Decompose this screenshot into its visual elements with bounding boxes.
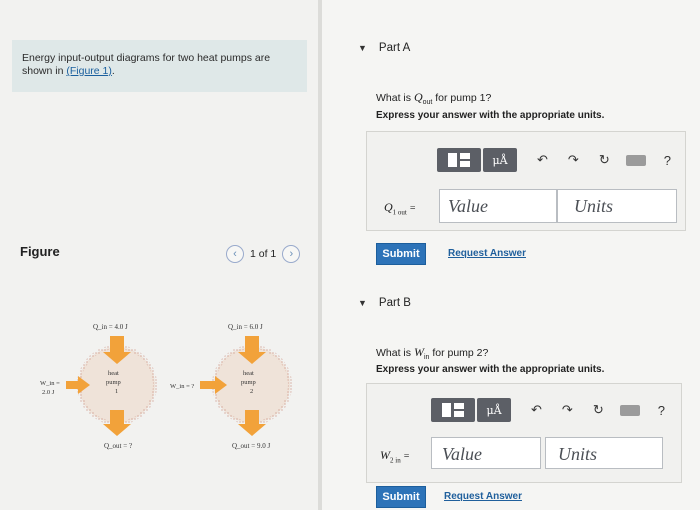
answer-pane: ▼ Part A What is Qout for pump 1? Expres…: [322, 0, 700, 510]
part-a-q-var: Q: [413, 90, 423, 104]
redo-icon[interactable]: ↷: [568, 152, 579, 168]
pump2-name3: 2: [250, 388, 253, 395]
pump1-qout-label: Q_out = ?: [104, 442, 132, 450]
part-b-toolbar: μÅ ↶ ↷ ↻ ?: [431, 398, 665, 422]
part-a-value-field[interactable]: Value: [439, 189, 557, 223]
part-b-q-post: for pump 2?: [432, 347, 489, 359]
caret-down-icon[interactable]: ▼: [358, 43, 367, 53]
part-a-units-field[interactable]: Units: [557, 189, 677, 223]
part-a-q-post: for pump 1?: [435, 92, 492, 104]
part-b-value-field[interactable]: Value: [431, 437, 541, 469]
units-mu-icon[interactable]: μÅ: [483, 148, 517, 172]
pager-text: 1 of 1: [250, 248, 277, 260]
part-b-header[interactable]: ▼ Part B: [358, 297, 411, 309]
pump1-qin-label: Q_in = 4.0 J: [93, 323, 128, 331]
part-b-var-sub: 2 in: [390, 456, 401, 465]
chevron-right-icon[interactable]: ›: [282, 245, 301, 263]
heat-pump-figure: Q_in = 4.0 J W_in = 2.0 J heat pump 1 Q_…: [20, 310, 310, 460]
part-b-title: Part B: [378, 297, 411, 309]
figure-heading: Figure: [20, 244, 60, 259]
undo-icon[interactable]: ↶: [531, 402, 542, 418]
part-a-toolbar: μÅ ↶ ↷ ↻ ?: [437, 148, 671, 172]
part-a-var-sub: 1 out: [392, 208, 407, 217]
part-a-equals: =: [409, 203, 416, 214]
part-a-submit-button[interactable]: Submit: [376, 243, 426, 265]
templates-icon[interactable]: [431, 398, 475, 422]
pump2-qout-label: Q_out = 9.0 J: [232, 442, 270, 450]
part-b-var-label: W2 in =: [380, 448, 409, 464]
part-a-q-sub: out: [422, 99, 433, 107]
reset-icon[interactable]: ↻: [599, 152, 610, 168]
part-a-question: What is Qout for pump 1?: [376, 90, 491, 106]
heat-pump-diagram: Q_in = 4.0 J W_in = 2.0 J heat pump 1 Q_…: [40, 323, 292, 450]
part-b-units-field[interactable]: Units: [545, 437, 663, 469]
part-b-q-pre: What is: [376, 347, 412, 359]
part-b-equals: =: [403, 451, 410, 462]
part-a-var-label: Q1 out =: [384, 200, 416, 216]
keyboard-icon[interactable]: [619, 404, 640, 416]
part-b-q-sub: in: [423, 354, 430, 362]
pump1-win-value: 2.0 J: [42, 389, 55, 396]
part-b-var: W: [380, 448, 390, 462]
part-b-instruction: Express your answer with the appropriate…: [376, 364, 605, 375]
help-icon[interactable]: ?: [664, 153, 671, 168]
units-mu-icon[interactable]: μÅ: [477, 398, 511, 422]
intro-end: .: [111, 65, 115, 77]
pump1-win-label: W_in =: [40, 380, 60, 387]
intro-text: Energy input-output diagrams for two hea…: [22, 52, 271, 77]
pump2-name2: pump: [241, 379, 256, 386]
pump1-name3: 1: [115, 388, 118, 395]
undo-icon[interactable]: ↶: [537, 152, 548, 168]
caret-down-icon[interactable]: ▼: [358, 298, 367, 308]
part-b-q-var: W: [413, 345, 424, 359]
part-a-answer-box: μÅ ↶ ↷ ↻ ? Q1 out = Value Units: [366, 131, 686, 231]
figure-pager: ‹ 1 of 1 ›: [226, 245, 301, 263]
figure-link[interactable]: (Figure 1): [66, 65, 112, 77]
part-a-var: Q: [384, 200, 393, 214]
part-b-answer-box: μÅ ↶ ↷ ↻ ? W2 in = Value Units: [366, 383, 682, 483]
pump1-name: heat: [108, 370, 119, 377]
pump2-win-label: W_in = ?: [170, 383, 194, 390]
part-b-request-answer-link[interactable]: Request Answer: [444, 491, 522, 502]
keyboard-icon[interactable]: [625, 154, 646, 166]
part-b-submit-button[interactable]: Submit: [376, 486, 426, 508]
problem-intro: Energy input-output diagrams for two hea…: [12, 40, 307, 92]
part-a-instruction: Express your answer with the appropriate…: [376, 110, 605, 121]
chevron-left-icon[interactable]: ‹: [226, 245, 244, 263]
pump2-qin-label: Q_in = 6.0 J: [228, 323, 263, 331]
redo-icon[interactable]: ↷: [562, 402, 573, 418]
part-a-request-answer-link[interactable]: Request Answer: [448, 248, 526, 259]
problem-pane: Energy input-output diagrams for two hea…: [0, 0, 318, 510]
part-b-question: What is Win for pump 2?: [376, 345, 488, 361]
part-a-title: Part A: [378, 42, 411, 54]
part-a-header[interactable]: ▼ Part A: [358, 42, 410, 54]
part-a-q-pre: What is: [376, 92, 412, 104]
reset-icon[interactable]: ↻: [593, 402, 604, 418]
pump2-name: heat: [243, 370, 254, 377]
pump1-name2: pump: [106, 379, 121, 386]
help-icon[interactable]: ?: [658, 403, 665, 418]
templates-icon[interactable]: [437, 148, 481, 172]
